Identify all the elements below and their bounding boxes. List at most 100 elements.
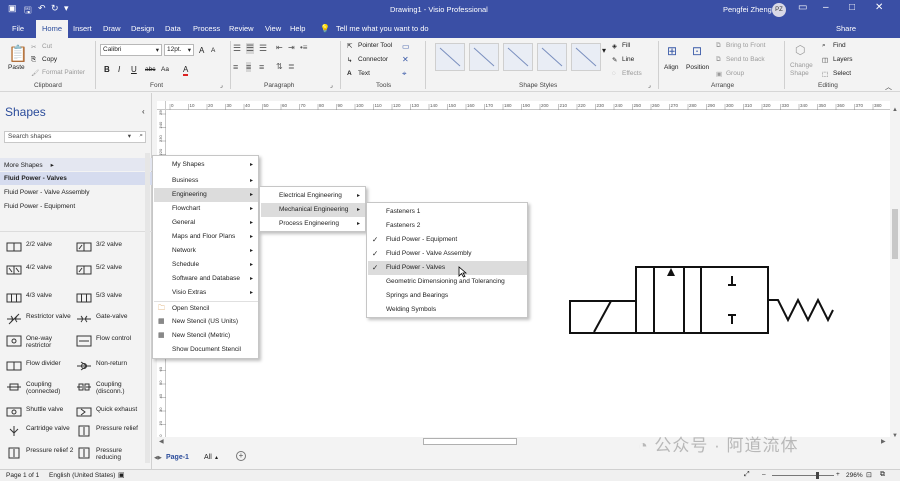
align-right-icon[interactable]: ≡ <box>259 62 264 72</box>
page-count-status[interactable]: Page 1 of 1 <box>6 472 39 479</box>
italic-button[interactable]: I <box>118 65 120 74</box>
menu-item-general[interactable]: General ▸ <box>154 216 258 230</box>
paste-icon[interactable]: 📋 <box>8 44 28 64</box>
master-2-2-valve[interactable]: 2/2 valve <box>2 239 72 261</box>
scroll-up-icon[interactable]: ▲ <box>892 107 898 113</box>
master-flow-control[interactable]: Flow control <box>72 333 142 355</box>
line-button[interactable]: Line <box>622 56 634 63</box>
ribbon-display-options-icon[interactable]: ▭ <box>798 2 807 13</box>
macro-record-icon[interactable]: ▣ <box>118 471 125 479</box>
collapse-ribbon-icon[interactable]: ︿ <box>885 82 892 92</box>
add-page-button[interactable]: + <box>236 451 246 461</box>
tab-draw[interactable]: Draw <box>103 24 121 33</box>
align-middle-icon[interactable]: ☰ <box>246 43 255 54</box>
format-painter-icon[interactable]: 🖌 <box>31 69 39 77</box>
horizontal-scroll-thumb[interactable] <box>423 438 517 445</box>
change-case-button[interactable]: Aa <box>161 66 169 73</box>
drawing-canvas[interactable] <box>166 110 890 440</box>
master-flow-divider[interactable]: Flow divider <box>2 358 72 380</box>
shape-style-thumbnail[interactable] <box>571 43 601 71</box>
menu-item-visio-extras[interactable]: Visio Extras ▸ <box>154 286 258 300</box>
tab-insert[interactable]: Insert <box>73 24 92 33</box>
font-size-select[interactable]: 12pt. ▾ <box>164 44 194 56</box>
menu-item-flowchart[interactable]: Flowchart ▸ <box>154 202 258 216</box>
shape-style-thumbnail[interactable] <box>435 43 465 71</box>
font-dialog-launcher-icon[interactable]: ⌟ <box>220 82 223 89</box>
master-5-2-valve[interactable]: 5/2 valve <box>72 262 142 284</box>
minimize-icon[interactable]: – <box>823 2 829 13</box>
fill-icon[interactable]: ◈ <box>612 42 617 50</box>
position-button[interactable]: Position <box>686 64 709 71</box>
change-shape-button[interactable]: Change Shape <box>790 62 818 78</box>
find-icon[interactable]: ⌕ <box>822 42 826 50</box>
style-gallery-more-icon[interactable]: ▾ <box>602 46 606 55</box>
paste-button[interactable]: Paste <box>8 64 25 71</box>
language-status[interactable]: English (United States) <box>49 472 115 479</box>
menu-item-new-stencil-metric[interactable]: ▦ New Stencil (Metric) <box>154 329 258 343</box>
scroll-right-icon[interactable]: ▶ <box>881 438 886 445</box>
user-name[interactable]: Pengfei Zheng <box>723 5 772 14</box>
pointer-tool-icon[interactable]: ⇱ <box>347 42 352 50</box>
master-non-return[interactable]: Non-return <box>72 358 142 380</box>
maximize-icon[interactable]: □ <box>849 2 855 13</box>
bullets-icon[interactable]: •≡ <box>300 43 307 52</box>
switch-windows-icon[interactable]: ⧉ <box>880 471 885 479</box>
vertical-scrollbar[interactable]: ▲ ▼ <box>890 101 900 450</box>
menu-item-fasteners-1[interactable]: Fasteners 1 <box>368 205 527 219</box>
shape-styles-dialog-launcher-icon[interactable]: ⌟ <box>648 82 651 89</box>
master-3-2-valve[interactable]: 3/2 valve <box>72 239 142 261</box>
close-icon[interactable]: ✕ <box>875 2 883 13</box>
effects-button[interactable]: Effects <box>622 70 642 77</box>
find-button[interactable]: Find <box>833 42 846 49</box>
menu-item-fluid-power-valves[interactable]: ✓ Fluid Power - Valves <box>368 261 527 275</box>
all-pages-dropdown-icon[interactable]: ▴ <box>215 454 218 461</box>
cut-button[interactable]: Cut <box>42 43 52 50</box>
text-button[interactable]: Text <box>358 70 370 77</box>
copy-icon[interactable]: ⎘ <box>31 56 36 64</box>
pointer-tool-button[interactable]: Pointer Tool <box>358 42 392 49</box>
avatar[interactable]: PZ <box>772 3 786 17</box>
master-cartridge-valve[interactable]: Cartridge valve <box>2 423 72 445</box>
next-page-icon[interactable]: ▶ <box>158 455 162 461</box>
save-icon[interactable]: 🖫 <box>24 3 32 19</box>
font-name-select[interactable]: Calibri ▾ <box>100 44 162 56</box>
menu-item-springs-and-bearings[interactable]: Springs and Bearings <box>368 289 527 303</box>
menu-item-welding-symbols[interactable]: Welding Symbols <box>368 303 527 317</box>
tab-process[interactable]: Process <box>193 24 220 33</box>
fit-page-icon[interactable]: ⤢ <box>744 471 750 479</box>
menu-item-network[interactable]: Network ▸ <box>154 244 258 258</box>
position-icon[interactable]: ⊡ <box>692 44 702 58</box>
decrease-indent-icon[interactable]: ⇤ <box>276 43 283 52</box>
connection-point-icon[interactable]: ⌖ <box>402 69 407 79</box>
tab-data[interactable]: Data <box>165 24 181 33</box>
menu-item-schedule[interactable]: Schedule ▸ <box>154 258 258 272</box>
shape-style-thumbnail[interactable] <box>469 43 499 71</box>
menu-item-new-stencil-us[interactable]: ▦ New Stencil (US Units) <box>154 315 258 329</box>
zoom-slider[interactable] <box>772 475 834 476</box>
vertical-scroll-thumb[interactable] <box>892 209 898 259</box>
increase-indent-icon[interactable]: ⇥ <box>288 43 295 52</box>
scroll-left-icon[interactable]: ◀ <box>159 438 164 445</box>
menu-item-geometric-dimensioning[interactable]: Geometric Dimensioning and Tolerancing <box>368 275 527 289</box>
send-to-back-icon[interactable]: ⧉ <box>716 56 721 64</box>
master-gate-valve[interactable]: Gate-valve <box>72 311 142 333</box>
zoom-out-icon[interactable]: – <box>762 471 766 478</box>
shapes-scrollbar[interactable] <box>145 153 150 463</box>
send-to-back-button[interactable]: Send to Back <box>726 56 765 63</box>
master-4-3-valve[interactable]: 4/3 valve <box>2 290 72 312</box>
more-shapes-button[interactable]: More Shapes ▸ <box>0 158 152 171</box>
select-icon[interactable]: ⬚ <box>822 70 828 78</box>
share-button[interactable]: Share <box>836 24 856 33</box>
search-shapes-input[interactable]: Search shapes ▾ ⌕ <box>4 131 146 143</box>
stencil-fluid-power-valve-assembly[interactable]: Fluid Power - Valve Assembly <box>0 186 152 199</box>
paragraph-dialog-launcher-icon[interactable]: ⌟ <box>330 82 333 89</box>
layers-icon[interactable]: ◫ <box>822 56 828 64</box>
effects-icon[interactable]: ◌ <box>612 70 616 77</box>
bring-to-front-icon[interactable]: ⧉ <box>716 42 721 50</box>
group-icon[interactable]: ▣ <box>716 70 722 78</box>
master-5-3-valve[interactable]: 5/3 valve <box>72 290 142 312</box>
menu-item-my-shapes[interactable]: My Shapes ▸ <box>154 158 258 172</box>
close-tool-icon[interactable]: ✕ <box>402 55 409 64</box>
page-tab[interactable]: Page-1 <box>166 454 189 461</box>
menu-item-fluid-power-equipment[interactable]: ✓ Fluid Power - Equipment <box>368 233 527 247</box>
